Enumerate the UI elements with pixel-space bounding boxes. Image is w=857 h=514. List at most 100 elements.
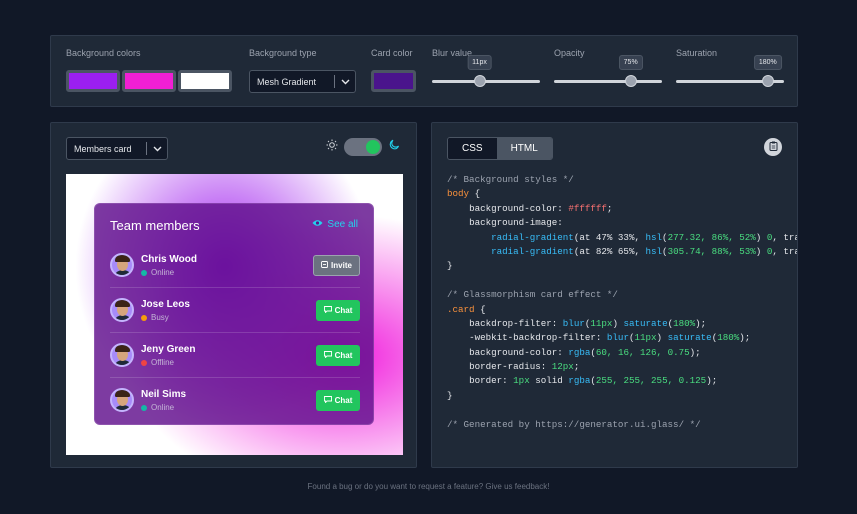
code-token: solid [529,375,569,387]
tab-html[interactable]: HTML [496,138,552,159]
moon-icon [388,138,400,156]
code-token: 305.74, 88%, 53% [667,245,756,257]
chat-button[interactable]: Chat [316,300,360,321]
code-line: background-color: rgba(60, 16, 126, 0.75… [447,346,797,360]
chat-label: Chat [334,306,353,315]
theme-toggle-group [326,138,400,156]
code-token: ); [695,317,707,329]
glass-card: Team members See all Chris Wood Online I… [94,203,374,425]
saturation-value-tooltip: 180% [753,55,782,70]
code-line: background-color: #ffffff; [447,202,797,216]
see-all-link[interactable]: See all [312,219,358,230]
code-token: ; [573,361,580,373]
member-row: Neil Sims Online Chat [110,379,360,423]
card-type-select[interactable]: Members card [66,137,168,160]
bg-color-1-swatch[interactable] [66,70,120,92]
theme-toggle[interactable] [344,138,382,156]
code-token: 11px [590,317,613,329]
code-token: , transparent [772,245,797,257]
avatar [110,298,134,322]
avatar [110,388,134,412]
code-line: /* Background styles */ [447,173,797,187]
card-type-value: Members card [74,143,132,154]
saturation-label: Saturation [676,48,718,58]
code-panel: CSS HTML /* Background styles */ body { b… [431,122,798,468]
eye-icon [312,219,323,230]
status-dot [141,269,147,276]
status-text: Busy [151,313,169,322]
saturation-slider[interactable]: 180% [676,55,784,87]
code-token: ); [706,375,718,387]
code-line: radial-gradient(at 82% 65%, hsl(305.74, … [447,245,797,259]
blur-slider-thumb[interactable] [473,75,486,87]
status-dot [141,359,147,366]
avatar [110,253,134,277]
member-name: Neil Sims [141,389,187,400]
code-token: /* Glassmorphism card effect */ [447,289,618,301]
code-token: border-radius: [469,361,552,373]
code-token: saturate [623,317,668,329]
member-status: Busy [141,313,169,322]
code-line: border-radius: 12px; [447,360,797,374]
code-token: hsl [645,245,663,257]
feedback-footer[interactable]: Found a bug or do you want to request a … [0,482,857,491]
code-token: rgba [568,375,591,387]
chat-icon [323,306,332,315]
member-name: Jeny Green [141,344,196,355]
code-line: /* Glassmorphism card effect */ [447,288,797,302]
member-status: Offline [141,358,174,367]
code-token: blur [562,317,585,329]
code-token: body [447,188,470,200]
row-divider [110,377,360,378]
chevron-down-icon [335,79,355,85]
opacity-slider[interactable]: 75% [554,55,662,87]
member-status: Online [141,403,174,412]
bg-color-3-swatch[interactable] [178,70,232,92]
code-token: .card [447,303,475,315]
bg-color-2-swatch[interactable] [122,70,176,92]
card-color-swatch[interactable] [371,70,416,92]
blur-slider[interactable]: 11px [432,55,540,87]
invite-button[interactable]: Invite [313,255,360,276]
code-line: body { [447,187,797,201]
code-token: /* Generated by https://generator.ui.gla… [447,418,701,430]
blur-value-tooltip: 11px [467,55,492,70]
chat-button[interactable]: Chat [316,390,360,411]
blur-label: Blur value [432,48,473,58]
code-token: saturate [667,332,712,344]
saturation-slider-thumb[interactable] [761,75,774,87]
code-token: hsl [645,231,663,243]
copy-button[interactable] [764,138,782,156]
invite-label: Invite [331,261,352,270]
chat-icon [323,396,332,405]
code-token: border: [469,375,514,387]
chat-button[interactable]: Chat [316,345,360,366]
code-token: } [447,260,453,272]
toggle-knob [366,140,380,154]
code-token: 277.32, 86%, 52% [667,231,756,243]
code-token: 11px [634,332,657,344]
code-line: -webkit-backdrop-filter: blur(11px) satu… [447,331,797,345]
code-token: 1px [513,375,530,387]
bg-type-select[interactable]: Mesh Gradient [249,70,356,93]
tab-css[interactable]: CSS [448,138,497,159]
member-row: Jeny Green Offline Chat [110,334,360,378]
code-token: { [469,188,481,200]
preview-panel: Members card Team members See all Chris … [50,122,417,468]
code-tabs: CSS HTML [447,137,553,160]
opacity-slider-thumb[interactable] [624,75,637,87]
code-token: ) [755,231,767,243]
code-token: -webkit-backdrop-filter: [469,332,607,344]
row-divider [110,332,360,333]
status-text: Online [151,403,175,412]
code-token: ); [689,346,701,358]
code-token: blur [606,332,629,344]
card-title: Team members [110,218,200,233]
member-name: Chris Wood [141,254,197,265]
status-dot [141,314,147,321]
code-token: background-color: [469,202,569,214]
